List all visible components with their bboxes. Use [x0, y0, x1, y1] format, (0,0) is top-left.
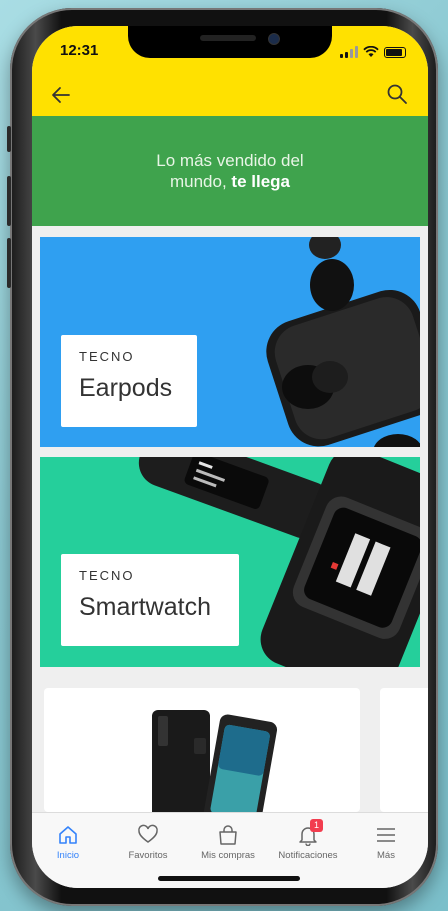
nav-item-inicio[interactable]: Inicio: [32, 823, 108, 861]
card-category: TECNO: [79, 568, 135, 583]
card-category: TECNO: [79, 349, 135, 364]
nav-item-favoritos[interactable]: Favoritos: [108, 823, 188, 861]
category-card-smartwatch[interactable]: TECNO Smartwatch: [40, 457, 420, 667]
notch: [128, 26, 332, 58]
heart-icon: [138, 824, 158, 843]
mute-switch: [7, 126, 11, 152]
search-icon: [387, 84, 407, 104]
notification-badge: 1: [310, 819, 323, 832]
speaker: [200, 35, 256, 41]
nav-label: Inicio: [56, 850, 80, 861]
nav-label: Mis compras: [201, 850, 255, 861]
volume-up-button: [7, 176, 11, 226]
home-icon: [59, 826, 77, 844]
nav-item-notificaciones[interactable]: 1 Notificaciones: [268, 819, 348, 861]
back-button[interactable]: [50, 84, 72, 110]
product-card[interactable]: [44, 688, 360, 812]
shopping-bag-icon: [219, 825, 237, 845]
promo-line-2: mundo,: [169, 172, 232, 191]
search-button[interactable]: [386, 83, 408, 105]
wifi-icon: [363, 46, 379, 57]
promo-highlight: te llega: [231, 172, 291, 191]
promo-text: Lo más vendido del mundo, te llega: [156, 150, 303, 192]
category-card-earpods[interactable]: TECNO Earpods: [40, 237, 420, 447]
phone-screen: 12:31 Lo más vendido del mundo, te llega…: [32, 26, 428, 888]
nav-label: Favoritos: [128, 850, 168, 861]
status-time: 12:31: [60, 42, 99, 59]
card-title: Earpods: [79, 374, 173, 402]
arrow-left-icon: [52, 87, 70, 103]
nav-label: Más: [377, 850, 395, 861]
nav-label: Notificaciones: [278, 850, 338, 861]
menu-icon: [377, 828, 395, 842]
home-indicator: [158, 876, 300, 881]
front-camera: [268, 33, 280, 45]
status-icons: [340, 44, 406, 58]
card-label: TECNO Earpods: [61, 335, 197, 427]
product-card[interactable]: [380, 688, 428, 812]
nav-item-mas[interactable]: Más: [346, 823, 426, 861]
promo-banner[interactable]: Lo más vendido del mundo, te llega: [32, 116, 428, 226]
volume-down-button: [7, 238, 11, 288]
card-title: Smartwatch: [79, 593, 211, 621]
card-label: TECNO Smartwatch: [61, 554, 239, 646]
nav-item-mis-compras[interactable]: Mis compras: [188, 823, 268, 861]
signal-icon: [340, 46, 358, 58]
promo-line-1: Lo más vendido del: [156, 151, 304, 170]
phone-case-image: [152, 710, 278, 812]
battery-icon: [384, 47, 406, 58]
